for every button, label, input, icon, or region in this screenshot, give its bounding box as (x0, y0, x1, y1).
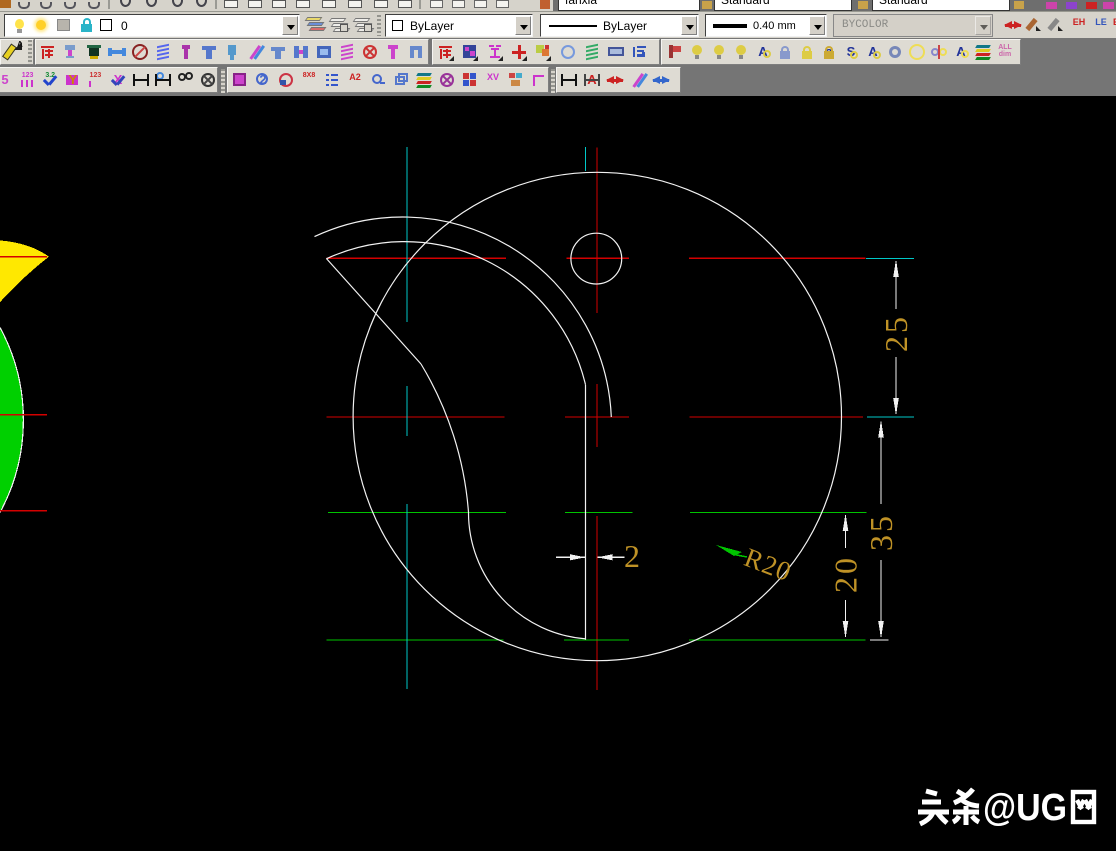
svg-text:35: 35 (863, 513, 899, 551)
svg-text:25: 25 (878, 314, 914, 352)
svg-text:2: 2 (624, 538, 643, 574)
svg-text:20: 20 (828, 555, 864, 593)
svg-text:R20: R20 (740, 542, 796, 587)
svg-text:@UG: @UG (983, 787, 1067, 828)
